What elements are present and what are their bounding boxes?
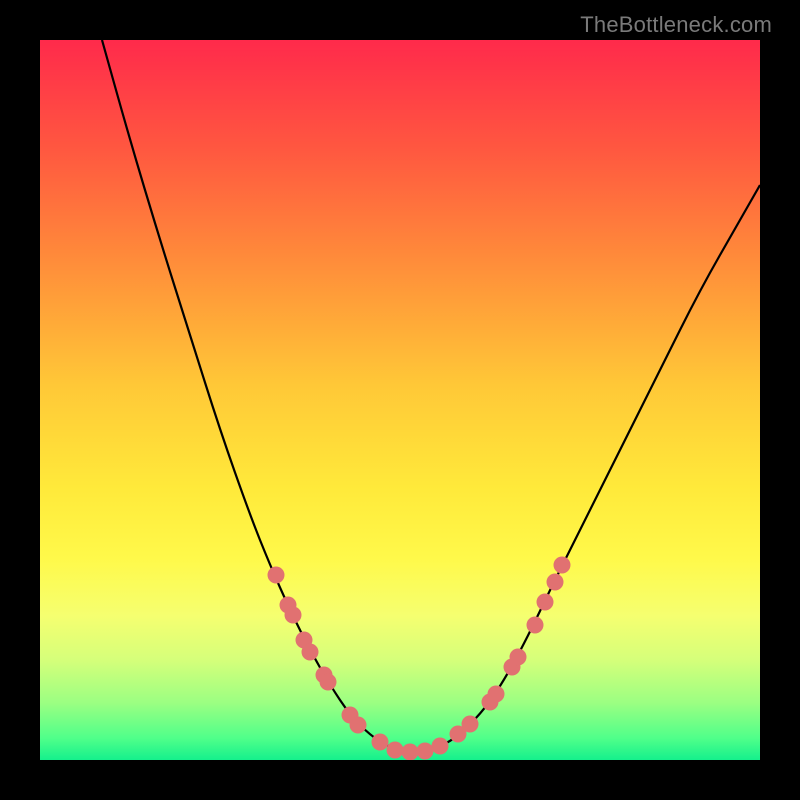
data-dot [387, 742, 404, 759]
data-dot [342, 707, 359, 724]
data-dot [488, 686, 505, 703]
data-dot [417, 743, 434, 760]
data-dot [296, 632, 313, 649]
data-dot [547, 574, 564, 591]
data-dot [268, 567, 285, 584]
data-dot [482, 694, 499, 711]
data-dot [302, 644, 319, 661]
data-dot [504, 659, 521, 676]
data-dot [285, 607, 302, 624]
data-dot [372, 734, 389, 751]
bottleneck-curve [102, 40, 760, 751]
data-dot [432, 738, 449, 755]
data-dot [350, 717, 367, 734]
outer-frame: TheBottleneck.com [0, 0, 800, 800]
data-dot [450, 726, 467, 743]
data-dot [320, 674, 337, 691]
watermark-text: TheBottleneck.com [580, 12, 772, 38]
data-dot [554, 557, 571, 574]
bottleneck-curve-svg [40, 40, 760, 760]
data-dots-group [268, 557, 571, 761]
data-dot [402, 744, 419, 761]
data-dot [280, 597, 297, 614]
data-dot [537, 594, 554, 611]
plot-area [40, 40, 760, 760]
data-dot [527, 617, 544, 634]
data-dot [462, 716, 479, 733]
data-dot [316, 667, 333, 684]
data-dot [510, 649, 527, 666]
